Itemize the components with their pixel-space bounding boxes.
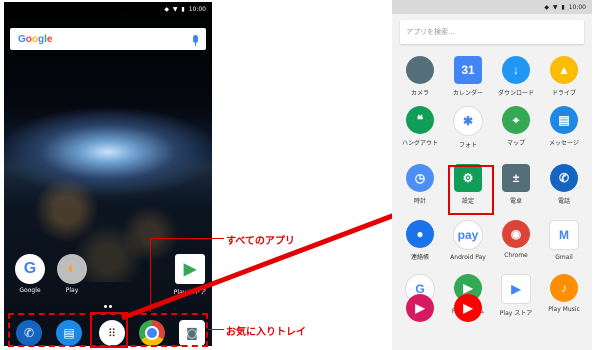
app-label: ダウンロード [497, 90, 534, 97]
hangouts-icon: ❝ [406, 106, 434, 134]
app-hangouts[interactable]: ❝ ハングアウト [396, 106, 444, 147]
app-chrome[interactable]: ◉ Chrome [492, 220, 540, 259]
app-play-store[interactable]: ▶ Play ストア [492, 274, 540, 317]
app-label: Chrome [504, 252, 528, 259]
app-label: 電卓 [509, 198, 522, 205]
messages-icon: ▤ [550, 106, 578, 134]
app-photos[interactable]: ✱ フォト [444, 106, 492, 149]
play-music-icon: ♪ [550, 274, 578, 302]
app-download[interactable]: ↓ ダウンロード [492, 56, 540, 97]
play-store-icon: ▶ [501, 274, 531, 304]
app-label: マップ [506, 140, 525, 147]
app-label: Play ストア [499, 310, 533, 317]
drive-icon: ▲ [550, 56, 578, 84]
calendar-icon: 31 [454, 56, 482, 84]
settings-highlight [448, 165, 494, 215]
app-messages[interactable]: ▤ メッセージ [540, 106, 588, 147]
app-play-music[interactable]: ♪ Play Music [540, 274, 588, 313]
photos-icon: ✱ [453, 106, 483, 136]
app-label: 連絡帳 [410, 254, 429, 261]
app-calendar[interactable]: 31 カレンダー [444, 56, 492, 97]
app-youtube[interactable]: ▶ [444, 294, 492, 326]
app-label: Android Pay [450, 254, 486, 261]
status-bar: ◆ ▼ ▮ 10:00 [392, 0, 592, 14]
camera-icon [406, 56, 434, 84]
gmail-icon: M [549, 220, 579, 250]
play-movies-icon: ▶ [406, 294, 434, 322]
app-search-input[interactable]: アプリを検索... [400, 20, 584, 44]
calculator-icon: ± [502, 164, 530, 192]
app-maps[interactable]: ⌖ マップ [492, 106, 540, 147]
phone-icon: ✆ [550, 164, 578, 192]
app-clock[interactable]: ◷ 時計 [396, 164, 444, 205]
maps-icon: ⌖ [502, 106, 530, 134]
app-play-movies[interactable]: ▶ [396, 294, 444, 326]
status-time: 10:00 [568, 3, 586, 11]
app-camera[interactable]: カメラ [396, 56, 444, 97]
app-label: カレンダー [452, 90, 483, 97]
app-label: 時計 [413, 198, 426, 205]
app-label: メッセージ [549, 140, 579, 147]
app-drive[interactable]: ▲ ドライブ [540, 56, 588, 97]
youtube-icon: ▶ [454, 294, 482, 322]
app-phone[interactable]: ✆ 電話 [540, 164, 588, 205]
app-label: ドライブ [551, 90, 576, 97]
app-label: Play Music [548, 306, 580, 313]
android-pay-icon: pay [453, 220, 483, 250]
contacts-icon: ● [406, 220, 434, 248]
clock-icon: ◷ [406, 164, 434, 192]
download-icon: ↓ [502, 56, 530, 84]
app-gmail[interactable]: M Gmail [540, 220, 588, 261]
status-icons: ◆ ▼ ▮ [544, 3, 566, 11]
app-label: Gmail [555, 254, 573, 261]
app-contacts[interactable]: ● 連絡帳 [396, 220, 444, 261]
app-label: 電話 [557, 198, 570, 205]
app-calculator[interactable]: ± 電卓 [492, 164, 540, 205]
app-label: フォト [458, 142, 477, 149]
app-label: ハングアウト [401, 140, 438, 147]
chrome-icon: ◉ [502, 220, 530, 248]
app-android-pay[interactable]: pay Android Pay [444, 220, 492, 261]
app-label: カメラ [410, 90, 429, 97]
